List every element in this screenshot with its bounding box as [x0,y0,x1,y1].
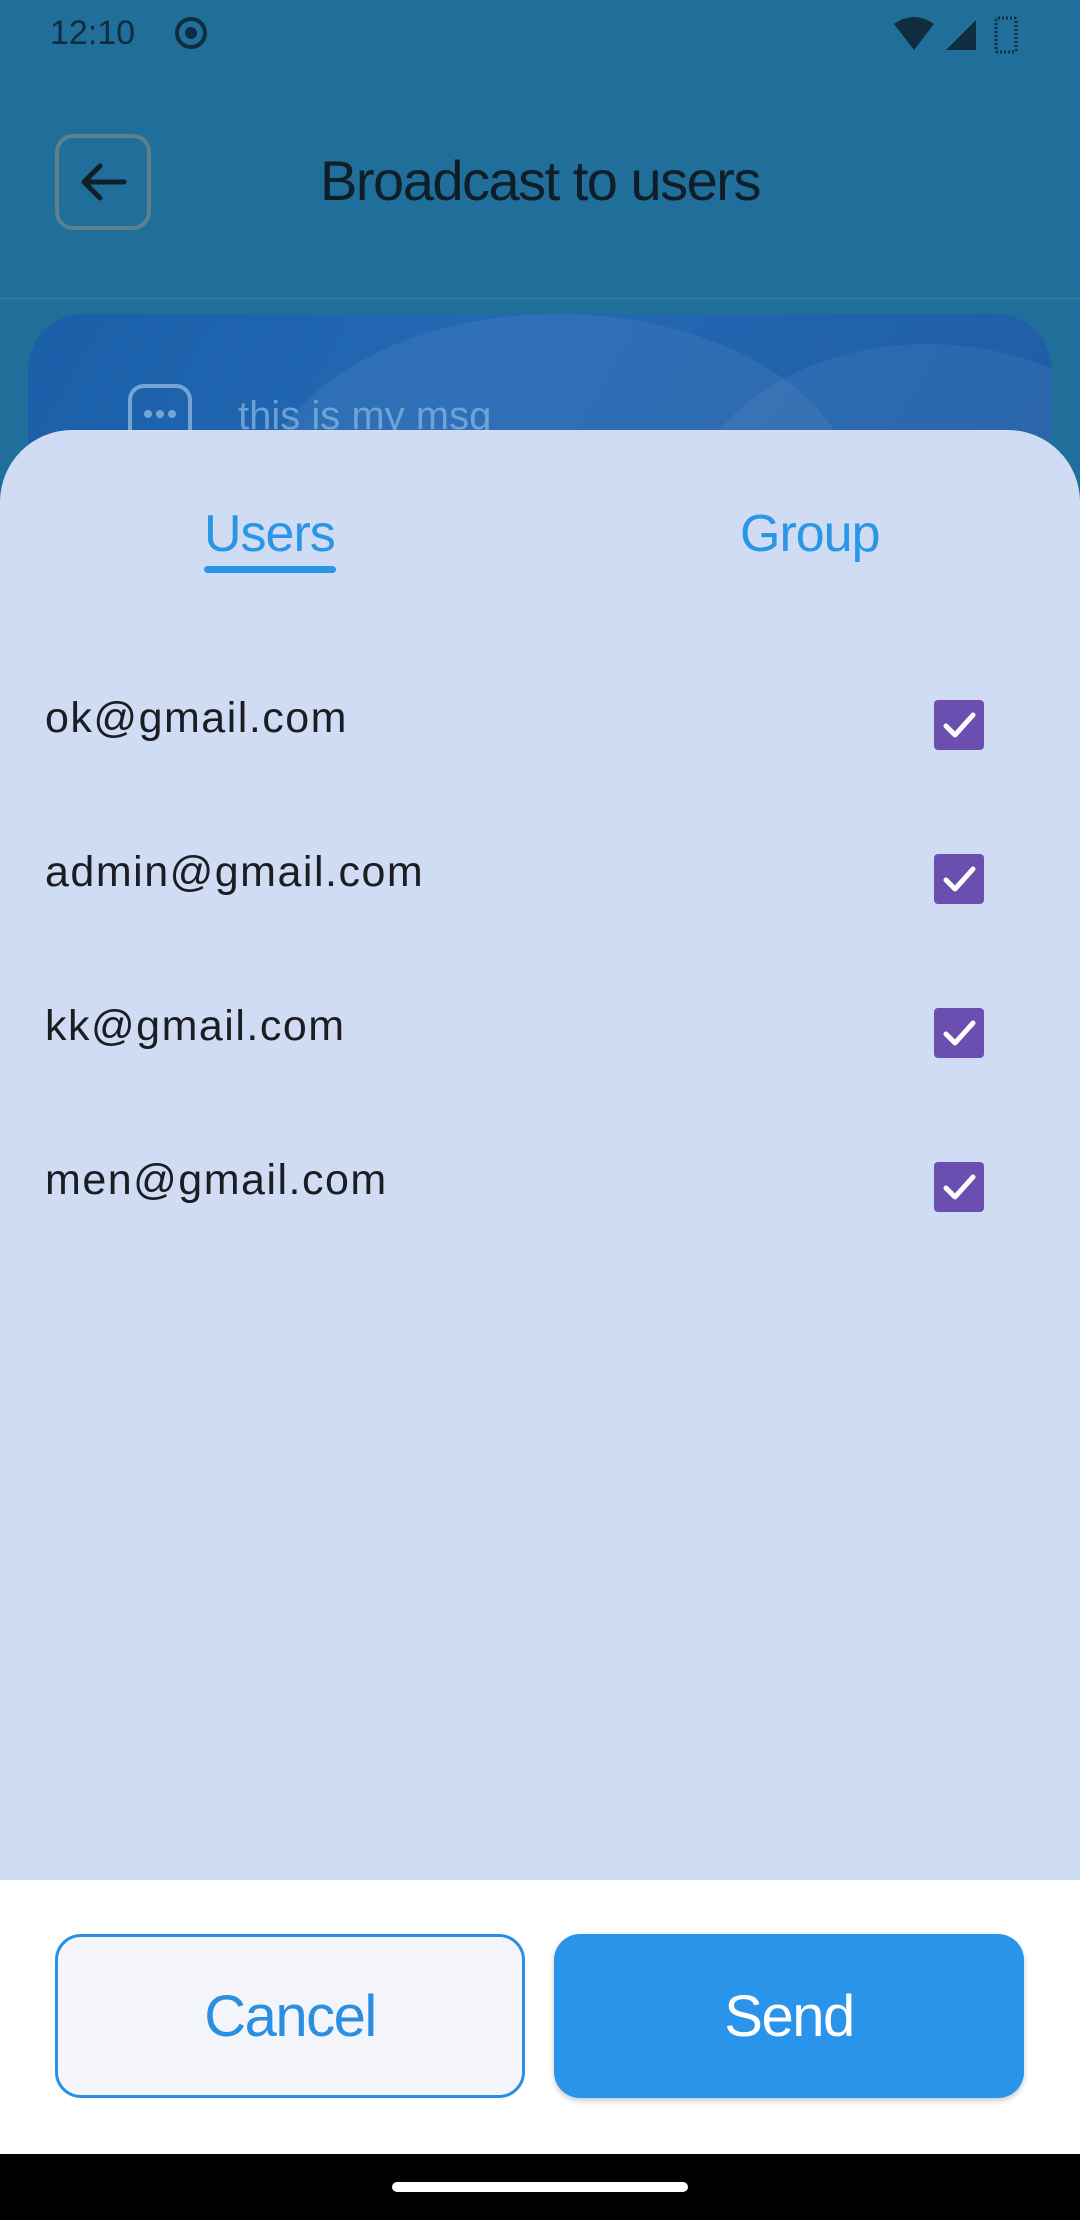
tab-users[interactable]: Users [204,504,336,564]
send-button[interactable]: Send [554,1934,1024,2098]
user-checkbox[interactable] [934,1162,984,1212]
check-icon [943,866,976,892]
check-icon [943,1020,976,1046]
check-icon [943,1174,976,1200]
user-list: ok@gmail.com admin@gmail.com kk@gmail.co… [0,654,1080,1270]
list-item[interactable]: admin@gmail.com [0,808,1080,962]
user-email: kk@gmail.com [45,1002,346,1050]
home-handle[interactable] [392,2182,688,2192]
user-checkbox[interactable] [934,700,984,750]
status-icons [894,16,1018,54]
user-email: admin@gmail.com [45,848,425,896]
user-checkbox[interactable] [934,854,984,904]
cancel-button[interactable]: Cancel [55,1934,525,2098]
user-email: ok@gmail.com [45,694,349,742]
recipient-sheet: Users Group ok@gmail.com admin@gmail.com… [0,430,1080,1880]
user-checkbox[interactable] [934,1008,984,1058]
list-item[interactable]: men@gmail.com [0,1116,1080,1270]
tab-group[interactable]: Group [740,504,881,564]
status-time: 12:10 [50,14,136,52]
tab-indicator [204,566,336,573]
signal-icon [946,20,976,50]
app-header: Broadcast to users [0,70,1080,299]
notification-app-icon [175,17,207,49]
wifi-icon [894,17,934,50]
list-item[interactable]: kk@gmail.com [0,962,1080,1116]
check-icon [943,712,976,738]
page-title: Broadcast to users [320,149,761,212]
user-email: men@gmail.com [45,1156,388,1204]
navigation-bar [0,2154,1080,2220]
action-footer: Cancel Send [0,1880,1080,2154]
status-bar: 12:10 [0,0,1080,70]
battery-icon [994,16,1018,54]
list-item[interactable]: ok@gmail.com [0,654,1080,808]
